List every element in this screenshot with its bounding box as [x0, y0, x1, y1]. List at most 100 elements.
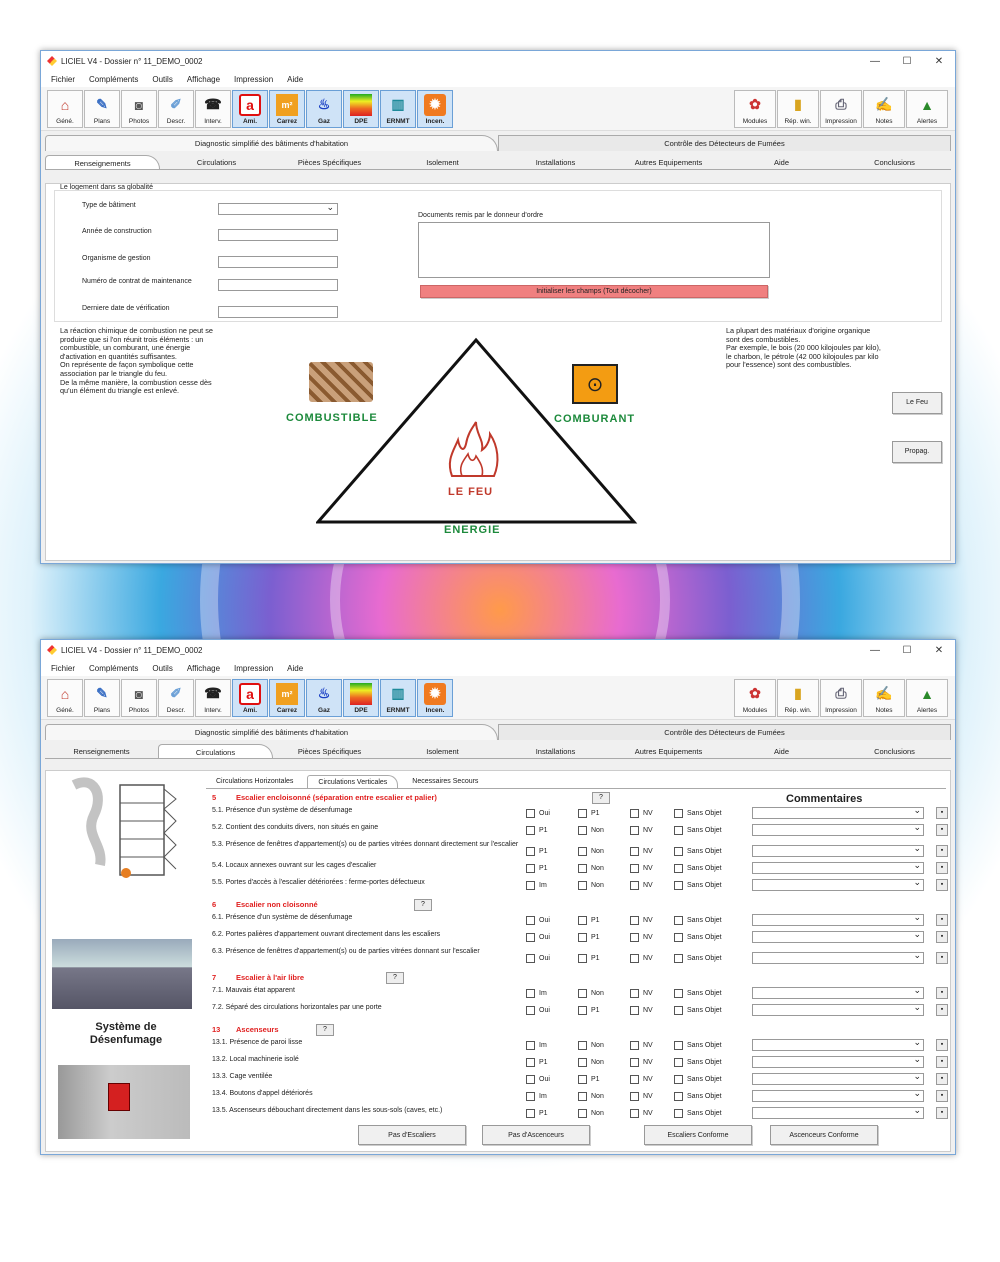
checkbox-box[interactable]: [578, 1006, 587, 1015]
option-checkbox[interactable]: NV: [630, 826, 653, 835]
option-checkbox[interactable]: NV: [630, 1092, 653, 1101]
checkbox-box[interactable]: [578, 954, 587, 963]
checkbox-box[interactable]: [674, 1075, 683, 1084]
checkbox-box[interactable]: [630, 1006, 639, 1015]
close-button[interactable]: ✕: [923, 56, 955, 67]
comment-edit-button[interactable]: ▪: [936, 914, 948, 926]
toolbar-fire-button[interactable]: ✹ Incen.: [417, 678, 453, 717]
field-input[interactable]: [218, 256, 338, 268]
help-question-button[interactable]: ?: [414, 899, 432, 911]
comment-edit-button[interactable]: ▪: [936, 1073, 948, 1085]
checkbox-box[interactable]: [526, 1041, 535, 1050]
option-checkbox[interactable]: Oui: [526, 1006, 550, 1015]
sub-tab-4[interactable]: Installations: [499, 744, 612, 758]
checkbox-box[interactable]: [674, 881, 683, 890]
comment-edit-button[interactable]: ▪: [936, 1004, 948, 1016]
comment-dropdown[interactable]: [752, 912, 924, 926]
option-checkbox[interactable]: Non: [578, 989, 604, 998]
maximize-button[interactable]: ☐: [891, 56, 923, 67]
toolbar-camera-button[interactable]: ◙ Photos: [121, 678, 157, 717]
comment-dropdown[interactable]: [752, 929, 924, 943]
checkbox-box[interactable]: [630, 847, 639, 856]
le-feu-button[interactable]: Le Feu: [892, 392, 942, 414]
main-tab-1[interactable]: Contrôle des Détecteurs de Fumées: [498, 724, 951, 740]
option-checkbox[interactable]: NV: [630, 916, 653, 925]
checkbox-box[interactable]: [630, 1041, 639, 1050]
minimize-button[interactable]: —: [859, 645, 891, 656]
toolbar-pencil-button[interactable]: ✎ Plans: [84, 89, 120, 128]
comment-edit-button[interactable]: ▪: [936, 824, 948, 836]
option-checkbox[interactable]: Sans Objet: [674, 847, 722, 856]
maximize-button[interactable]: ☐: [891, 645, 923, 656]
checkbox-box[interactable]: [526, 954, 535, 963]
option-checkbox[interactable]: Im: [526, 989, 547, 998]
sub-tab-7[interactable]: Conclusions: [838, 155, 951, 169]
toolbar-house-button[interactable]: ⌂ Géné.: [47, 89, 83, 128]
sub-tab-1[interactable]: Circulations: [160, 155, 273, 169]
toolbar-energy-label-button[interactable]: ≡DPE: [343, 678, 379, 717]
checkbox-box[interactable]: [578, 881, 587, 890]
comment-dropdown[interactable]: [752, 1105, 924, 1119]
option-checkbox[interactable]: NV: [630, 864, 653, 873]
option-checkbox[interactable]: NV: [630, 809, 653, 818]
option-checkbox[interactable]: Sans Objet: [674, 933, 722, 942]
bottom-action-button[interactable]: Pas d'Ascenceurs: [482, 1125, 590, 1145]
checkbox-box[interactable]: [630, 1058, 639, 1067]
checkbox-box[interactable]: [578, 1075, 587, 1084]
option-checkbox[interactable]: Oui: [526, 954, 550, 963]
checkbox-box[interactable]: [674, 1041, 683, 1050]
toolbar-m2-button[interactable]: m² Carrez: [269, 678, 305, 717]
checkbox-box[interactable]: [578, 1041, 587, 1050]
toolbar-alert-button[interactable]: ▲ Alertes: [906, 678, 948, 717]
field-input[interactable]: [218, 306, 338, 318]
checkbox-box[interactable]: [526, 1006, 535, 1015]
checkbox-box[interactable]: [630, 933, 639, 942]
checkbox-box[interactable]: [674, 954, 683, 963]
checkbox-box[interactable]: [578, 847, 587, 856]
option-checkbox[interactable]: P1: [526, 847, 548, 856]
option-checkbox[interactable]: Sans Objet: [674, 954, 722, 963]
checkbox-box[interactable]: [578, 916, 587, 925]
checkbox-box[interactable]: [578, 864, 587, 873]
checkbox-box[interactable]: [526, 826, 535, 835]
inner-tab-0[interactable]: Circulations Horizontales: [206, 775, 303, 788]
option-checkbox[interactable]: Sans Objet: [674, 1092, 722, 1101]
comment-dropdown[interactable]: [752, 950, 924, 964]
comment-edit-button[interactable]: ▪: [936, 862, 948, 874]
option-checkbox[interactable]: Sans Objet: [674, 809, 722, 818]
toolbar-folder-button[interactable]: ▮ Rép. win.: [777, 89, 819, 128]
checkbox-box[interactable]: [578, 1109, 587, 1118]
main-tab-1[interactable]: Contrôle des Détecteurs de Fumées: [498, 135, 951, 151]
sub-tab-2[interactable]: Pièces Spécifiques: [273, 155, 386, 169]
comment-dropdown[interactable]: [752, 860, 924, 874]
option-checkbox[interactable]: P1: [578, 1006, 600, 1015]
checkbox-box[interactable]: [578, 933, 587, 942]
menu-3[interactable]: Affichage: [187, 664, 220, 673]
option-checkbox[interactable]: Sans Objet: [674, 1109, 722, 1118]
checkbox-box[interactable]: [526, 989, 535, 998]
checkbox-box[interactable]: [526, 847, 535, 856]
checkbox-box[interactable]: [674, 916, 683, 925]
option-checkbox[interactable]: P1: [578, 916, 600, 925]
toolbar-camera-button[interactable]: ◙ Photos: [121, 89, 157, 128]
comment-dropdown[interactable]: [752, 1054, 924, 1068]
toolbar-m2-button[interactable]: m² Carrez: [269, 89, 305, 128]
checkbox-box[interactable]: [578, 809, 587, 818]
comment-edit-button[interactable]: ▪: [936, 879, 948, 891]
option-checkbox[interactable]: NV: [630, 1041, 653, 1050]
checkbox-box[interactable]: [674, 847, 683, 856]
checkbox-box[interactable]: [630, 1075, 639, 1084]
checkbox-box[interactable]: [526, 1109, 535, 1118]
toolbar-phone-button[interactable]: ☎ Interv.: [195, 678, 231, 717]
option-checkbox[interactable]: Non: [578, 1058, 604, 1067]
checkbox-box[interactable]: [630, 864, 639, 873]
sub-tab-5[interactable]: Autres Equipements: [612, 744, 725, 758]
option-checkbox[interactable]: P1: [526, 1109, 548, 1118]
bottom-action-button[interactable]: Ascenceurs Conforme: [770, 1125, 878, 1145]
toolbar-flame-button[interactable]: ♨ Gaz: [306, 89, 342, 128]
checkbox-box[interactable]: [674, 1058, 683, 1067]
comment-edit-button[interactable]: ▪: [936, 1107, 948, 1119]
option-checkbox[interactable]: Oui: [526, 933, 550, 942]
option-checkbox[interactable]: P1: [526, 826, 548, 835]
sub-tab-5[interactable]: Autres Equipements: [612, 155, 725, 169]
